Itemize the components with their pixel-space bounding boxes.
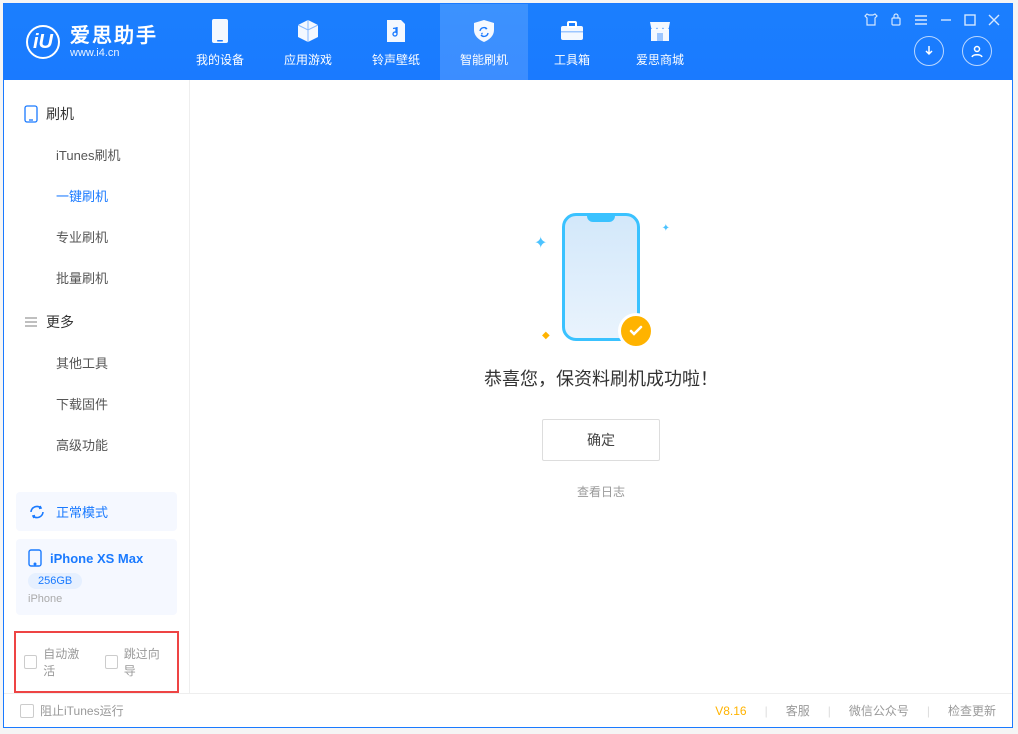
- store-icon: [646, 17, 674, 45]
- nav-my-device[interactable]: 我的设备: [176, 4, 264, 80]
- storage-badge: 256GB: [28, 573, 82, 589]
- sparkle-icon: ✦: [534, 233, 547, 253]
- device-icon: [24, 105, 38, 123]
- sidebar-item-batch-flash[interactable]: 批量刷机: [4, 257, 189, 298]
- sidebar-item-other-tools[interactable]: 其他工具: [4, 342, 189, 383]
- device-type: iPhone: [28, 593, 165, 605]
- sidebar-group-more: 更多: [4, 298, 189, 342]
- app-logo: iU 爱思助手 www.i4.cn: [4, 25, 176, 59]
- content-body: 刷机 iTunes刷机 一键刷机 专业刷机 批量刷机 更多 其他工具 下载固件 …: [4, 80, 1012, 693]
- device-mode-card[interactable]: 正常模式: [16, 492, 177, 531]
- sidebar-item-pro-flash[interactable]: 专业刷机: [4, 216, 189, 257]
- sidebar-item-itunes-flash[interactable]: iTunes刷机: [4, 134, 189, 175]
- sync-icon: [28, 503, 46, 521]
- app-name: 爱思助手: [70, 26, 158, 46]
- close-button[interactable]: [988, 13, 1000, 31]
- app-site: www.i4.cn: [70, 48, 158, 59]
- nav-label: 爱思商城: [636, 51, 684, 68]
- support-link[interactable]: 客服: [786, 702, 810, 719]
- confirm-button[interactable]: 确定: [542, 419, 660, 461]
- minimize-button[interactable]: [940, 13, 952, 31]
- nav-apps-games[interactable]: 应用游戏: [264, 4, 352, 80]
- nav-ringtones[interactable]: 铃声壁纸: [352, 4, 440, 80]
- sidebar-item-download-firmware[interactable]: 下载固件: [4, 383, 189, 424]
- music-file-icon: [382, 17, 410, 45]
- toolbox-icon: [558, 17, 586, 45]
- version-label: V8.16: [715, 704, 746, 718]
- separator: |: [927, 704, 930, 718]
- refresh-shield-icon: [470, 17, 498, 45]
- nav-label: 应用游戏: [284, 51, 332, 68]
- sparkle-icon: ✦: [662, 223, 670, 234]
- view-log-link[interactable]: 查看日志: [577, 483, 625, 500]
- download-button[interactable]: [914, 36, 944, 66]
- device-name: iPhone XS Max: [50, 551, 143, 566]
- auto-activate-checkbox[interactable]: 自动激活: [24, 645, 89, 679]
- group-title: 更多: [46, 312, 74, 332]
- titlebar: iU 爱思助手 www.i4.cn 我的设备 应用游戏 铃声壁纸 智能刷机: [4, 4, 1012, 80]
- mode-label: 正常模式: [56, 502, 108, 521]
- device-info-card[interactable]: iPhone XS Max 256GB iPhone: [16, 539, 177, 615]
- sidebar-list: 刷机 iTunes刷机 一键刷机 专业刷机 批量刷机 更多 其他工具 下载固件 …: [4, 80, 189, 492]
- sidebar-item-oneclick-flash[interactable]: 一键刷机: [4, 175, 189, 216]
- checkbox-label: 跳过向导: [124, 645, 169, 679]
- nav-label: 铃声壁纸: [372, 51, 420, 68]
- separator: |: [765, 704, 768, 718]
- user-button[interactable]: [962, 36, 992, 66]
- group-title: 刷机: [46, 104, 74, 124]
- shirt-icon[interactable]: [864, 12, 878, 31]
- maximize-button[interactable]: [964, 13, 976, 31]
- wechat-link[interactable]: 微信公众号: [849, 702, 909, 719]
- sidebar-item-advanced[interactable]: 高级功能: [4, 424, 189, 465]
- app-window: iU 爱思助手 www.i4.cn 我的设备 应用游戏 铃声壁纸 智能刷机: [3, 3, 1013, 728]
- skip-guide-checkbox[interactable]: 跳过向导: [105, 645, 170, 679]
- header-action-icons: [914, 36, 992, 66]
- nav-smart-flash[interactable]: 智能刷机: [440, 4, 528, 80]
- main-panel: ✦ ✦ ◆ 恭喜您，保资料刷机成功啦！ 确定 查看日志: [190, 80, 1012, 693]
- phone-icon: [28, 549, 42, 567]
- separator: |: [828, 704, 831, 718]
- nav-label: 工具箱: [554, 51, 590, 68]
- nav-toolbox[interactable]: 工具箱: [528, 4, 616, 80]
- check-badge-icon: [618, 313, 654, 349]
- phone-icon: [206, 17, 234, 45]
- nav-store[interactable]: 爱思商城: [616, 4, 704, 80]
- cube-icon: [294, 17, 322, 45]
- lock-icon[interactable]: [890, 12, 902, 31]
- check-update-link[interactable]: 检查更新: [948, 702, 996, 719]
- checkbox-label: 阻止iTunes运行: [40, 702, 124, 719]
- block-itunes-checkbox[interactable]: 阻止iTunes运行: [20, 702, 124, 719]
- flash-options-row: 自动激活 跳过向导: [14, 631, 179, 693]
- sparkle-icon: ◆: [542, 330, 550, 341]
- menu-icon[interactable]: [914, 13, 928, 31]
- success-illustration: ✦ ✦ ◆: [562, 213, 640, 341]
- window-controls: [864, 12, 1000, 31]
- nav-label: 我的设备: [196, 51, 244, 68]
- nav-label: 智能刷机: [460, 51, 508, 68]
- checkbox-label: 自动激活: [43, 645, 88, 679]
- primary-nav: 我的设备 应用游戏 铃声壁纸 智能刷机 工具箱 爱思商城: [176, 4, 704, 80]
- sidebar: 刷机 iTunes刷机 一键刷机 专业刷机 批量刷机 更多 其他工具 下载固件 …: [4, 80, 190, 693]
- logo-mark-icon: iU: [26, 25, 60, 59]
- success-message: 恭喜您，保资料刷机成功啦！: [484, 365, 718, 391]
- status-bar: 阻止iTunes运行 V8.16 | 客服 | 微信公众号 | 检查更新: [4, 693, 1012, 727]
- sidebar-group-flash: 刷机: [4, 90, 189, 134]
- list-icon: [24, 315, 38, 329]
